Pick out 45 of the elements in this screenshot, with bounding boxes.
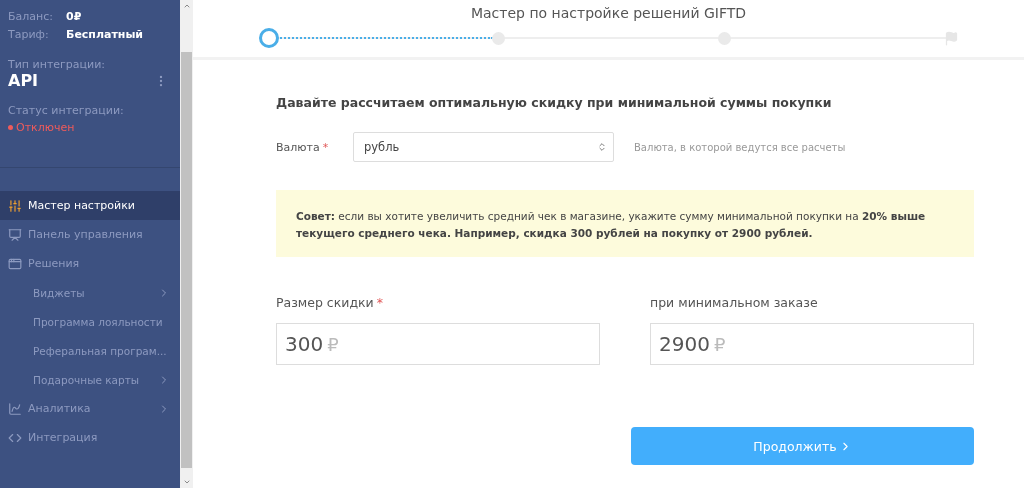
updown-icon <box>597 142 607 152</box>
sidebar-item[interactable]: Панель управления <box>0 220 180 249</box>
sidebar-item-label: Панель управления <box>28 228 144 241</box>
account-label: Баланс: <box>8 9 54 25</box>
sidebar-item-label: Аналитика <box>28 402 92 415</box>
window-icon <box>8 256 22 271</box>
continue-button[interactable]: Продолжить <box>631 427 974 465</box>
currency-hint: Валюта, в которой ведутся все расчеты <box>634 141 846 153</box>
account-label: Тариф: <box>8 27 50 43</box>
integration-type-label: Тип интеграции: <box>8 58 107 71</box>
sidebar-item[interactable]: Программа лояльности <box>0 307 180 336</box>
sidebar-item[interactable]: Реферальная програм... <box>0 336 180 365</box>
sidebar-item-label: Программа лояльности <box>33 315 164 328</box>
amount-field[interactable]: 2900 ₽ <box>650 323 974 365</box>
chart-icon <box>8 401 22 416</box>
sidebar-item[interactable]: Подарочные карты <box>0 365 180 394</box>
sidebar-item[interactable]: Аналитика <box>0 394 180 423</box>
account-value: 0₽ <box>66 9 82 25</box>
form-heading: Давайте рассчитаем оптимальную скидку при минимальной суммы покупки <box>276 95 833 110</box>
amount-label: Размер скидки * <box>276 295 384 312</box>
scroll-up-icon[interactable] <box>182 2 191 10</box>
sidebar-item-label: Мастер настройки <box>28 199 136 212</box>
scrollbar-thumb[interactable] <box>181 52 192 468</box>
sliders-icon <box>8 198 22 213</box>
sidebar-item[interactable]: Виджеты <box>0 278 180 307</box>
presentation-icon <box>8 227 22 242</box>
sidebar-item-label: Реферальная програм... <box>33 344 168 357</box>
integration-status-value: Отключен <box>16 121 75 134</box>
currency-select[interactable]: рубль <box>353 132 614 162</box>
sidebar-item[interactable]: Интеграция <box>0 423 180 452</box>
account-value: Бесплатный <box>66 27 144 43</box>
integration-type-value: API <box>8 71 39 90</box>
wizard-title: Мастер по настройке решений GIFTD <box>470 5 747 21</box>
sidebar-item[interactable]: Решения <box>0 249 180 278</box>
integration-status-label: Статус интеграции: <box>8 104 125 117</box>
tip-text: Совет: если вы хотите увеличить средний чек в магазине, укажите сумму минимальной покупки на 20% выше текущего среднего чека. Например, скидка 300 рублей на покупку от 2900 рублей. <box>276 190 974 257</box>
sidebar-item-label: Решения <box>28 257 81 270</box>
sidebar-item[interactable]: Мастер настройки <box>0 191 180 220</box>
sidebar-item-label: Подарочные карты <box>33 373 141 386</box>
sidebar-item-label: Виджеты <box>33 286 86 299</box>
scroll-down-icon[interactable] <box>182 478 191 486</box>
sidebar-item-label: Интеграция <box>28 431 99 444</box>
currency-label: Валюта * <box>276 140 330 154</box>
amount-field[interactable]: 300 ₽ <box>276 323 600 365</box>
amount-label: при минимальном заказе <box>650 295 819 312</box>
